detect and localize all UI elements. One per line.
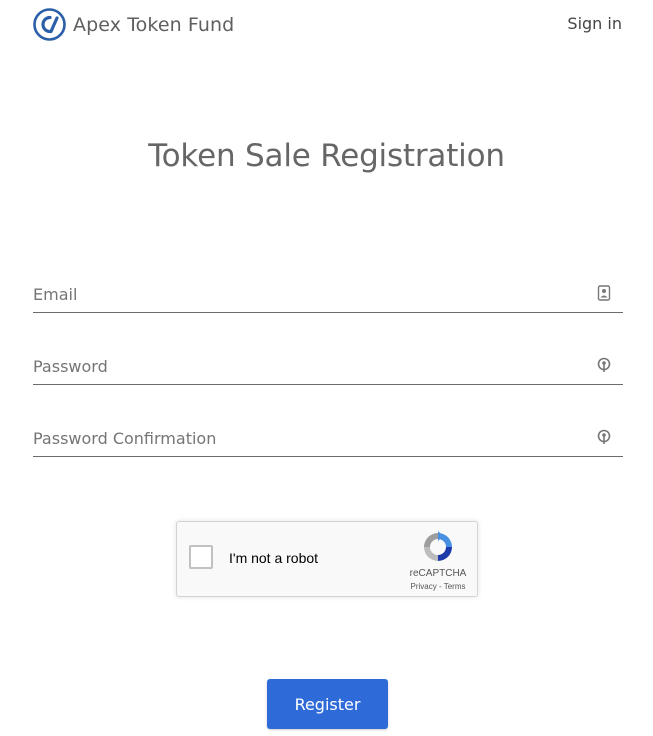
email-field[interactable] bbox=[33, 276, 588, 312]
recaptcha-checkbox[interactable] bbox=[189, 545, 213, 569]
email-field-container bbox=[33, 276, 623, 313]
page-title: Token Sale Registration bbox=[148, 138, 505, 174]
register-button[interactable]: Register bbox=[267, 679, 388, 729]
contact-card-icon bbox=[597, 285, 611, 301]
password-field-container bbox=[33, 348, 623, 385]
recaptcha-links: Privacy - Terms bbox=[403, 582, 473, 591]
brand-name: Apex Token Fund bbox=[73, 13, 235, 36]
recaptcha-privacy-link[interactable]: Privacy bbox=[411, 582, 437, 591]
recaptcha-logo-icon bbox=[424, 531, 452, 561]
key-icon bbox=[597, 357, 611, 372]
password-confirmation-field-container bbox=[33, 420, 623, 457]
apex-logo-icon bbox=[33, 8, 66, 41]
brand-logo[interactable]: Apex Token Fund bbox=[33, 8, 234, 41]
password-confirmation-field[interactable] bbox=[33, 420, 588, 456]
recaptcha-links-separator: - bbox=[436, 582, 444, 591]
key-icon bbox=[597, 429, 611, 444]
recaptcha-label: I'm not a robot bbox=[229, 550, 319, 566]
sign-in-link[interactable]: Sign in bbox=[567, 14, 622, 33]
recaptcha-brand: reCAPTCHA bbox=[409, 568, 467, 579]
recaptcha-terms-link[interactable]: Terms bbox=[444, 582, 466, 591]
password-field[interactable] bbox=[33, 348, 588, 384]
recaptcha-widget: I'm not a robot reCAPTCHA Privacy - Term… bbox=[176, 521, 478, 597]
